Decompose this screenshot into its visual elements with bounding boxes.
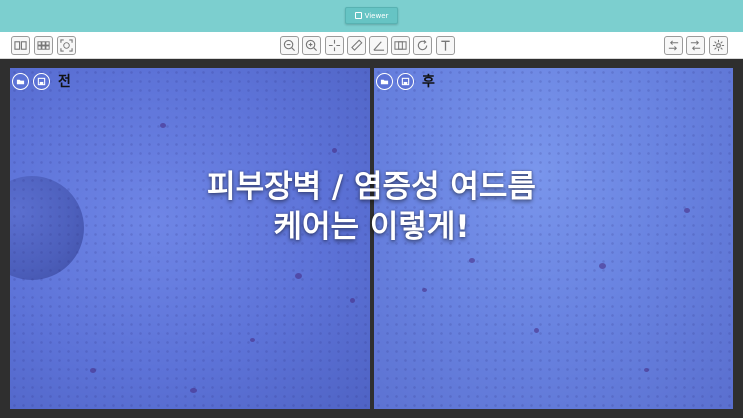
rotate-icon[interactable] xyxy=(413,36,432,55)
viewer-button[interactable]: Viewer xyxy=(345,7,398,24)
skin-spot xyxy=(90,368,96,373)
crosshair-icon[interactable] xyxy=(325,36,344,55)
skin-spot xyxy=(190,388,197,393)
skin-spot xyxy=(644,368,649,372)
before-panel-controls: 전 xyxy=(12,71,71,91)
after-label: 후 xyxy=(422,74,435,90)
folder-icon[interactable] xyxy=(12,72,29,90)
skin-spot xyxy=(599,263,606,269)
overlay-icon[interactable] xyxy=(391,36,410,55)
skin-spot xyxy=(295,273,302,279)
skin-spot xyxy=(250,338,255,342)
angle-icon[interactable] xyxy=(369,36,388,55)
settings-icon[interactable] xyxy=(709,36,728,55)
folder-icon[interactable] xyxy=(376,72,393,90)
skin-spot xyxy=(469,258,475,263)
top-bar: Viewer xyxy=(0,0,743,32)
headline-line-2: 케어는 이렇게! xyxy=(273,209,470,245)
compare-view-icon[interactable] xyxy=(11,36,30,55)
headline-overlay: 피부장벽 / 염증성 여드름 케어는 이렇게! xyxy=(0,167,743,247)
skin-spot xyxy=(534,328,539,333)
save-icon[interactable] xyxy=(33,72,50,90)
before-label: 전 xyxy=(58,74,71,90)
save-icon[interactable] xyxy=(397,72,414,90)
after-panel-controls: 후 xyxy=(376,71,435,91)
export-icon[interactable] xyxy=(686,36,705,55)
zoom-out-icon[interactable] xyxy=(280,36,299,55)
zoom-in-icon[interactable] xyxy=(302,36,321,55)
viewer-icon xyxy=(354,12,362,19)
skin-spot xyxy=(160,123,166,128)
text-icon[interactable] xyxy=(436,36,455,55)
ruler-icon[interactable] xyxy=(347,36,366,55)
grid-view-icon[interactable] xyxy=(34,36,53,55)
import-icon[interactable] xyxy=(664,36,683,55)
headline-line-1: 피부장벽 / 염증성 여드름 xyxy=(207,169,536,205)
skin-spot xyxy=(350,298,355,303)
skin-spot xyxy=(422,288,427,292)
toolbar xyxy=(0,32,743,59)
skin-spot xyxy=(332,148,337,153)
fullscreen-icon[interactable] xyxy=(57,36,76,55)
viewer-label: Viewer xyxy=(364,11,389,20)
